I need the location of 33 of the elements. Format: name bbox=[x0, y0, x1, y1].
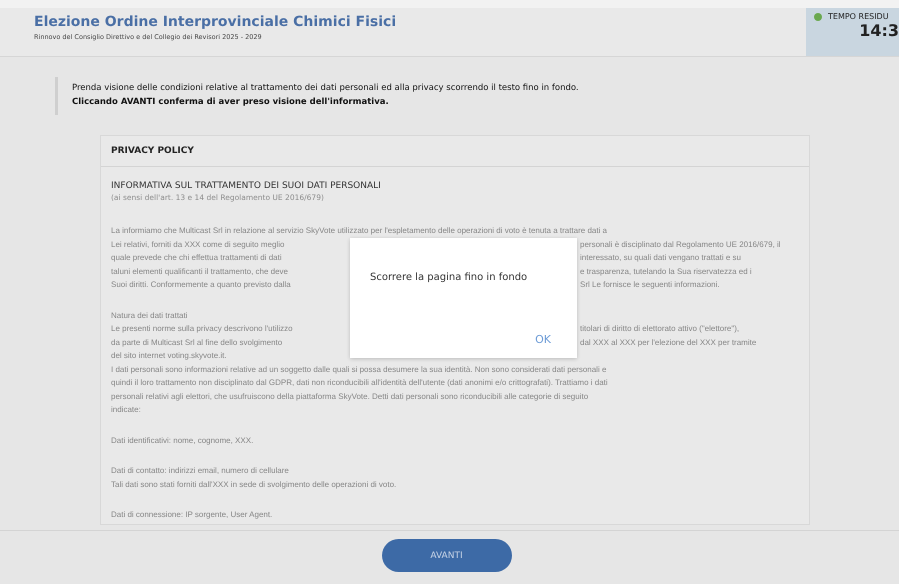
policy-text-line: dal XXX al XXX per l'elezione del XXX per tramite bbox=[580, 336, 758, 349]
policy-text-line: personali relativi agli elettori, che usufruiscono della piattaforma SkyVote. Detti dati personali sono riconducibili alle categorie di seguito bbox=[111, 390, 588, 403]
policy-text-line: La informiamo che Multicast Srl in relazione al servizio SkyVote utilizzato per l'espletamento delle operazioni di voto è tenuta a trattare dati a bbox=[111, 225, 608, 237]
policy-title: PRIVACY POLICY bbox=[111, 146, 195, 156]
election-title: Elezione Ordine Interprovinciale Chimici Fisici bbox=[34, 14, 396, 30]
policy-text-line: Dati di connessione: IP sorgente, User Agent. bbox=[111, 509, 272, 521]
notice-text: Prenda visione delle condizioni relative al trattamento dei dati personali ed alla privacy scorrendo il testo fino in fondo. bbox=[72, 83, 580, 93]
notice-text: Cliccando AVANTI conferma di aver preso visione dell'informativa. bbox=[72, 97, 390, 107]
policy-text-line: indicate: bbox=[111, 404, 141, 416]
policy-text-line: e trasparenza, tutelando la Sua riservatezza ed i bbox=[580, 266, 753, 278]
timer-value: 14:3 bbox=[859, 21, 899, 40]
policy-text-line: Srl Le fornisce le seguenti informazioni. bbox=[580, 279, 721, 291]
policy-text-line: quindi il loro trattamento non disciplinato dal GDPR, dati non riconducibili all'identità dell'utente (dati anonimi e/o crittografati). Trattiamo i dati bbox=[111, 377, 608, 389]
policy-text-line: quale prevede che chi effettua trattamenti di dati bbox=[111, 252, 283, 264]
policy-text-line: da parte di Multicast Srl al fine dello svolgimento bbox=[111, 336, 284, 349]
policy-text-line: Suoi diritti. Conformemente a quanto previsto dalla bbox=[111, 279, 292, 291]
policy-text-line: Dati di contatto: indirizzi email, numero di cellulare bbox=[111, 465, 289, 477]
policy-text-line: Tali dati sono stati forniti dall'XXX in sede di svolgimento delle operazioni di voto. bbox=[111, 478, 396, 491]
ok-button[interactable]: OK bbox=[529, 333, 557, 346]
policy-text-line: titolari di diritto di elettorato attivo ("elettore"), bbox=[580, 323, 740, 335]
policy-text-line: I dati personali sono informazioni relative ad un soggetto dalle quali si possa desumere la sua identità. Non sono considerati dati personali e bbox=[111, 364, 606, 376]
dialog-message: Scorrere la pagina fino in fondo bbox=[370, 272, 528, 283]
policy-heading: INFORMATIVA SUL TRATTAMENTO DEI SUOI DATI PERSONALI bbox=[111, 181, 382, 191]
policy-text-line: Lei relativi, forniti da XXX come di seguito meglio bbox=[111, 238, 286, 251]
next-button[interactable]: AVANTI bbox=[382, 539, 512, 572]
timer-label: TEMPO RESIDU bbox=[828, 12, 889, 21]
policy-text-line: del sito internet voting.skyvote.it. bbox=[111, 350, 227, 362]
policy-text-line: personali è disciplinato dal Regolamento UE 2016/679, il bbox=[580, 238, 782, 251]
policy-text-line: Dati identificativi: nome, cognome, XXX. bbox=[111, 434, 254, 447]
policy-text-line: Natura dei dati trattati bbox=[111, 310, 188, 322]
policy-text-line: interessato, su quali dati vengano trattati e su bbox=[580, 252, 742, 264]
policy-text-line: Le presenti norme sulla privacy descrivono l'utilizzo bbox=[111, 323, 294, 335]
policy-text-line: taluni elementi qualificanti il trattamento, che deve bbox=[111, 266, 289, 278]
